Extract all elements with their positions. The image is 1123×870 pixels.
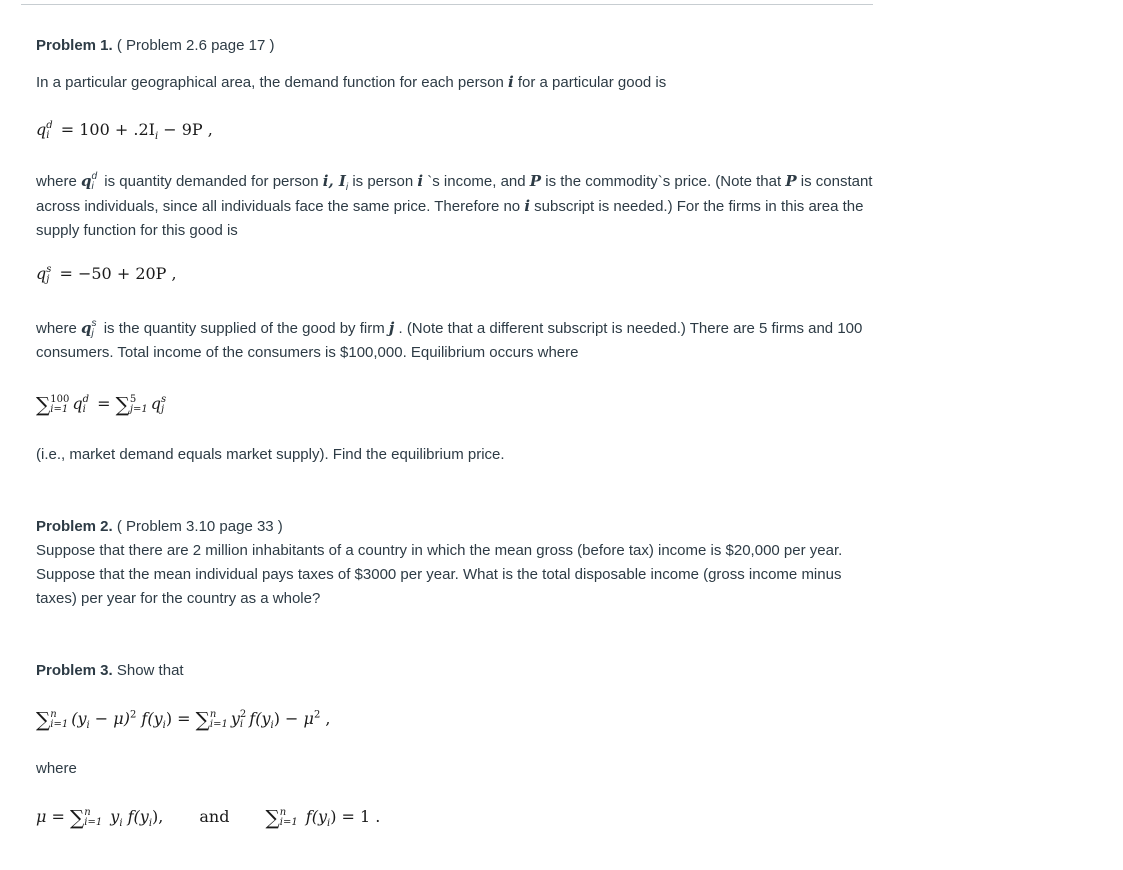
problem-1-intro: In a particular geographical area, the d…	[36, 73, 667, 91]
problem-1-supply-text: where qsj is the quantity supplied of th…	[36, 318, 863, 361]
problem-1-question: (i.e., market demand equals market suppl…	[36, 446, 505, 463]
problem-3-heading: Problem 3. Show that	[36, 662, 184, 679]
equilibrium-equation: ∑ 100 i=1 q d i = ∑ 5 j=1 q s j	[36, 392, 167, 417]
top-divider	[21, 4, 873, 5]
problem-1-heading: Problem 1. ( Problem 2.6 page 17 )	[36, 37, 275, 54]
demand-equation: qdi = 100 + .2Ii − 9P ,	[36, 119, 213, 143]
where-label: where	[36, 760, 77, 777]
problem-1-definitions: where qdi is quantity demanded for perso…	[36, 171, 873, 239]
problem-2-heading: Problem 2. ( Problem 3.10 page 33 )	[36, 518, 283, 535]
variance-identity-equation: ∑ n i=1 (yi − μ)2 f(yi) = ∑ n i=1 y 2 i f(yi) − μ…	[36, 707, 331, 732]
supply-equation: qsj = −50 + 20P ,	[36, 263, 177, 285]
definitions-equation: μ = ∑ n i=1 yi f(yi), and ∑ n i=1 f(yi) = 1 .	[36, 805, 381, 830]
problem-2-body: Suppose that there are 2 million inhabit…	[36, 542, 843, 607]
